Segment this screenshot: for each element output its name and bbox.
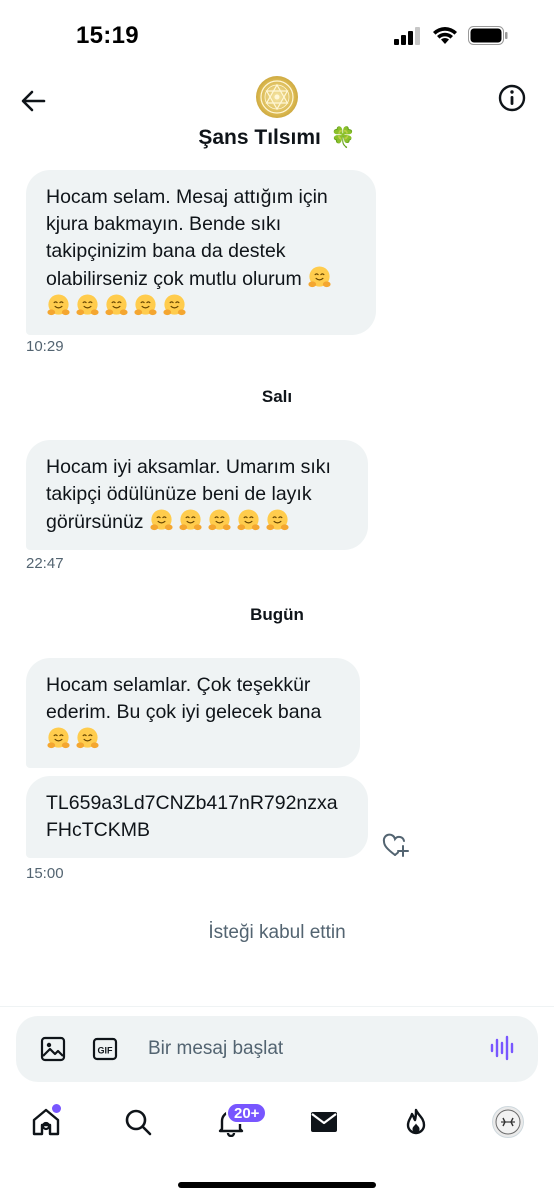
heart-plus-icon: [382, 833, 409, 857]
message-timestamp: 22:47: [26, 555, 64, 572]
gif-icon: GIF: [92, 1037, 118, 1061]
info-icon: [498, 84, 526, 112]
image-icon: [40, 1036, 66, 1062]
search-icon: [125, 1109, 152, 1136]
message-timestamp: 15:00: [26, 865, 64, 882]
hugging-face-emoji: [149, 508, 174, 533]
message-text: Hocam selamlar. Çok teşekkür ederim. Bu …: [46, 674, 322, 723]
message-timestamp: 10:29: [26, 338, 64, 355]
hugging-face-emoji: [133, 293, 158, 318]
hugging-face-emoji: [162, 293, 187, 318]
flame-icon: [406, 1108, 426, 1135]
hugging-face-emoji: [75, 293, 100, 318]
hugging-emoji-group: [46, 726, 104, 751]
back-arrow-icon: [21, 90, 46, 112]
conversation-header: Şans Tılsımı 🍀: [0, 70, 554, 165]
message-input[interactable]: Bir mesaj başlat: [148, 1038, 283, 1060]
battery-icon: [468, 26, 508, 50]
status-bar: 15:19: [0, 0, 554, 70]
contact-name: Şans Tılsımı: [198, 126, 321, 149]
message-text: Hocam selam. Mesaj attığım için kjura ba…: [46, 186, 328, 290]
hugging-face-emoji: [104, 293, 129, 318]
status-icons: [394, 26, 508, 50]
request-accepted-notice: İsteği kabul ettin: [208, 922, 346, 943]
hugging-emoji-group: [149, 508, 294, 533]
hugging-face-emoji: [46, 293, 71, 318]
hugging-face-emoji: [236, 508, 261, 533]
message-bubble[interactable]: Hocam selamlar. Çok teşekkür ederim. Bu …: [26, 658, 360, 768]
voice-message-button[interactable]: [490, 1034, 516, 1061]
hugging-face-emoji: [75, 726, 100, 751]
message-bubble[interactable]: TL659a3Ld7CNZb417nR792nzxa FHcTCKMB: [26, 776, 368, 858]
message-bubble[interactable]: Hocam iyi aksamlar. Umarım sıkı takipçi …: [26, 440, 368, 550]
message-bubble[interactable]: Hocam selam. Mesaj attığım için kjura ba…: [26, 170, 376, 335]
conversation-title[interactable]: Şans Tılsımı 🍀: [0, 125, 554, 150]
hugging-face-emoji: [207, 508, 232, 533]
day-separator: Bugün: [250, 605, 304, 624]
tab-messages[interactable]: [308, 1106, 340, 1138]
talisman-logo-icon: [260, 80, 294, 114]
image-button[interactable]: [40, 1036, 66, 1062]
home-indicator: [178, 1182, 376, 1188]
day-separator: Salı: [261, 387, 293, 406]
mail-icon: [311, 1112, 337, 1132]
tab-spaces[interactable]: [400, 1106, 432, 1138]
voice-waveform-icon: [490, 1035, 514, 1061]
hugging-face-emoji: [46, 726, 71, 751]
hugging-face-emoji: [178, 508, 203, 533]
bottom-tab-bar: [0, 1100, 554, 1160]
clover-emoji: 🍀: [330, 127, 356, 149]
home-unread-dot: [52, 1104, 61, 1113]
cellular-signal-icon: [394, 26, 422, 50]
hugging-face-emoji: [265, 508, 290, 533]
tab-profile[interactable]: [492, 1106, 524, 1138]
message-text: TL659a3Ld7CNZb417nR792nzxa FHcTCKMB: [46, 792, 338, 841]
svg-text:GIF: GIF: [98, 1046, 114, 1056]
hugging-face-emoji: [307, 265, 332, 290]
gif-button[interactable]: GIF: [92, 1036, 118, 1062]
profile-avatar-icon: [495, 1109, 521, 1135]
notifications-badge: 20+: [226, 1102, 268, 1124]
message-composer: GIF Bir mesaj başlat: [16, 1016, 538, 1082]
composer-divider: [0, 1006, 554, 1007]
info-button[interactable]: [496, 82, 528, 114]
back-button[interactable]: [16, 84, 50, 118]
wifi-icon: [432, 26, 458, 50]
tab-search[interactable]: [122, 1106, 154, 1138]
status-time: 15:19: [76, 22, 139, 49]
add-reaction-button[interactable]: [381, 832, 409, 860]
conversation-avatar[interactable]: [256, 76, 298, 118]
